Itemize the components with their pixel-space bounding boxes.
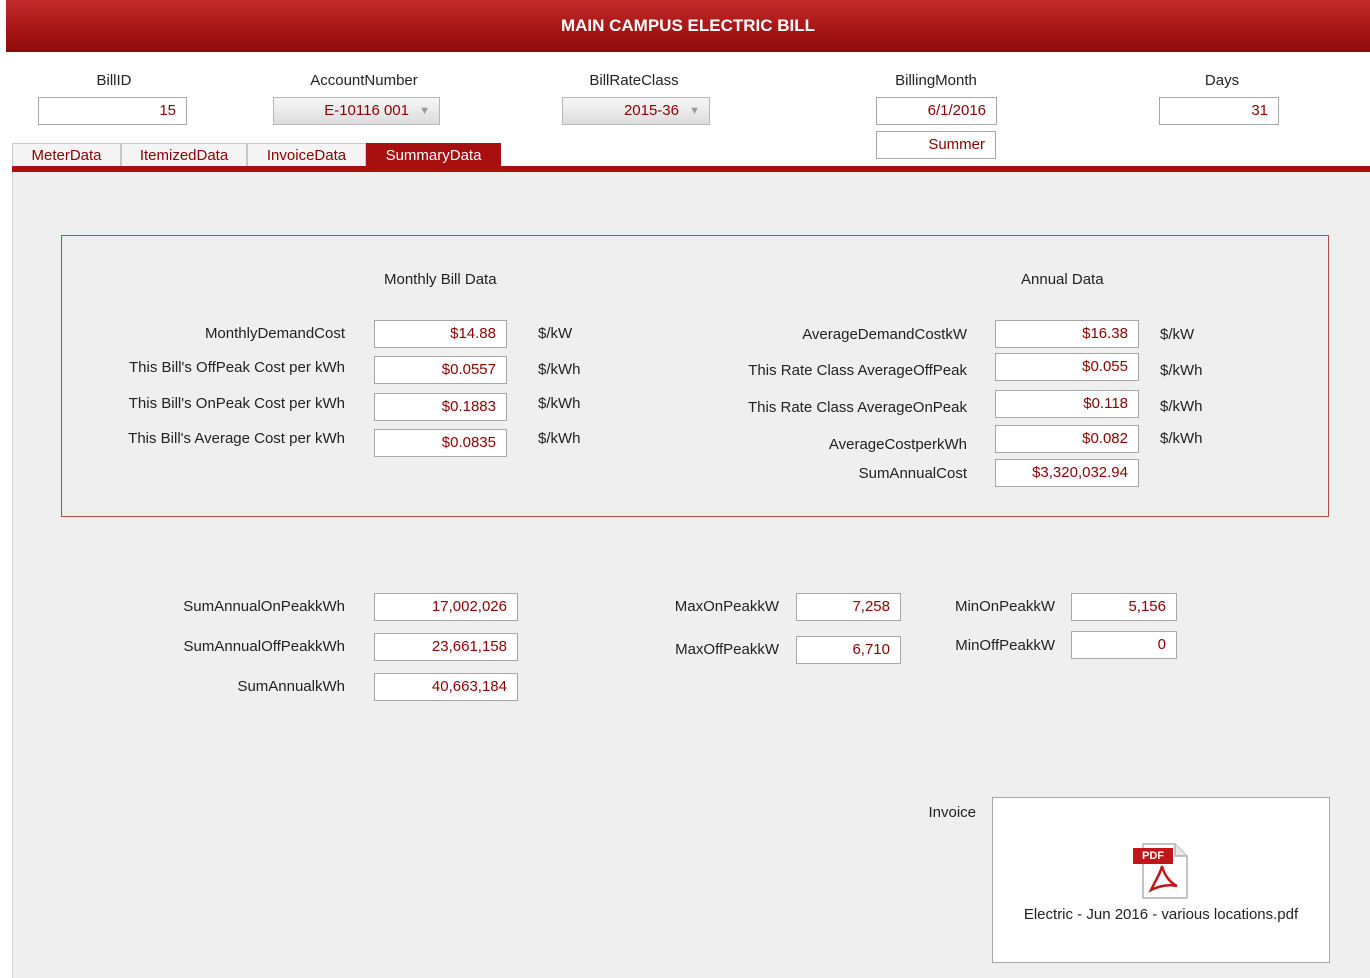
unit-label: $/kWh: [1160, 398, 1203, 415]
dropdown-arrow-icon: ▼: [689, 105, 700, 117]
offpeak-cost-field[interactable]: $0.0557: [374, 356, 507, 384]
pdf-badge-text: PDF: [1142, 850, 1164, 862]
monthly-label: This Bill's Average Cost per kWh: [128, 430, 345, 447]
min-label: MinOnPeakkW: [954, 598, 1055, 615]
dropdown-arrow-icon: ▼: [419, 105, 430, 117]
unit-label: $/kWh: [538, 395, 581, 412]
billing-month-label: BillingMonth: [895, 72, 977, 89]
sum-label: SumAnnualOnPeakkWh: [183, 598, 345, 615]
rate-class-offpeak-field[interactable]: $0.055: [995, 353, 1139, 381]
unit-label: $/kWh: [1160, 362, 1203, 379]
pdf-file-icon[interactable]: PDF: [1131, 842, 1193, 900]
page-title: MAIN CAMPUS ELECTRIC BILL: [560, 16, 816, 35]
bill-rate-class-label: BillRateClass: [589, 72, 679, 89]
sum-label: SumAnnualOffPeakkWh: [183, 638, 345, 655]
annual-label: SumAnnualCost: [858, 465, 967, 482]
annual-label: This Rate Class AverageOnPeak: [747, 399, 967, 416]
average-cost-field[interactable]: $0.0835: [374, 429, 507, 457]
invoice-label: Invoice: [928, 804, 976, 821]
sum-annual-onpeak-field[interactable]: 17,002,026: [374, 593, 518, 621]
monthly-label: This Bill's OnPeak Cost per kWh: [128, 395, 345, 412]
tab-summary-data[interactable]: SummaryData: [366, 143, 501, 168]
bill-rate-class-select[interactable]: 2015-36 ▼: [562, 97, 710, 125]
rate-class-onpeak-field[interactable]: $0.118: [995, 390, 1139, 418]
monthly-heading: Monthly Bill Data: [384, 271, 497, 288]
unit-label: $/kW: [538, 325, 573, 342]
tab-meter-data[interactable]: MeterData: [12, 143, 121, 168]
max-label: MaxOffPeakkW: [675, 641, 779, 658]
average-cost-per-kwh-field[interactable]: $0.082: [995, 425, 1139, 453]
tab-itemized-data[interactable]: ItemizedData: [121, 143, 247, 168]
title-bar: MAIN CAMPUS ELECTRIC BILL: [6, 0, 1370, 52]
tab-invoice-data[interactable]: InvoiceData: [247, 143, 366, 168]
monthly-label: This Bill's OffPeak Cost per kWh: [129, 359, 345, 376]
invoice-container[interactable]: PDF Electric - Jun 2016 - various locati…: [992, 797, 1330, 963]
monthly-demand-cost-field[interactable]: $14.88: [374, 320, 507, 348]
annual-label: AverageCostperkWh: [828, 436, 967, 453]
unit-label: $/kWh: [538, 430, 581, 447]
account-number-value: E-10116 001: [324, 102, 409, 119]
sum-annual-cost-field[interactable]: $3,320,032.94: [995, 459, 1139, 487]
min-label: MinOffPeakkW: [955, 637, 1055, 654]
account-number-label: AccountNumber: [310, 72, 418, 89]
annual-label: AverageDemandCostkW: [802, 326, 967, 343]
account-number-select[interactable]: E-10116 001 ▼: [273, 97, 440, 125]
bill-id-label: BillID: [96, 72, 132, 89]
sum-label: SumAnnualkWh: [237, 678, 345, 695]
billing-month-field[interactable]: 6/1/2016: [876, 97, 997, 125]
monthly-label: MonthlyDemandCost: [204, 325, 345, 342]
unit-label: $/kWh: [538, 361, 581, 378]
sum-annual-kwh-field[interactable]: 40,663,184: [374, 673, 518, 701]
unit-label: $/kW: [1160, 326, 1195, 343]
annual-heading: Annual Data: [1021, 271, 1104, 288]
season-field[interactable]: Summer: [876, 131, 996, 159]
annual-label: This Rate Class AverageOffPeak: [748, 362, 967, 379]
sum-annual-offpeak-field[interactable]: 23,661,158: [374, 633, 518, 661]
max-offpeak-field[interactable]: 6,710: [796, 636, 901, 664]
unit-label: $/kWh: [1160, 430, 1203, 447]
days-field[interactable]: 31: [1159, 97, 1279, 125]
max-label: MaxOnPeakkW: [674, 598, 779, 615]
bill-id-field[interactable]: 15: [38, 97, 187, 125]
onpeak-cost-field[interactable]: $0.1883: [374, 393, 507, 421]
invoice-filename[interactable]: Electric - Jun 2016 - various locations.…: [993, 906, 1329, 923]
bill-rate-class-value: 2015-36: [623, 102, 679, 119]
max-onpeak-field[interactable]: 7,258: [796, 593, 901, 621]
days-label: Days: [1204, 72, 1240, 89]
average-demand-cost-field[interactable]: $16.38: [995, 320, 1139, 348]
min-offpeak-field[interactable]: 0: [1071, 631, 1177, 659]
min-onpeak-field[interactable]: 5,156: [1071, 593, 1177, 621]
